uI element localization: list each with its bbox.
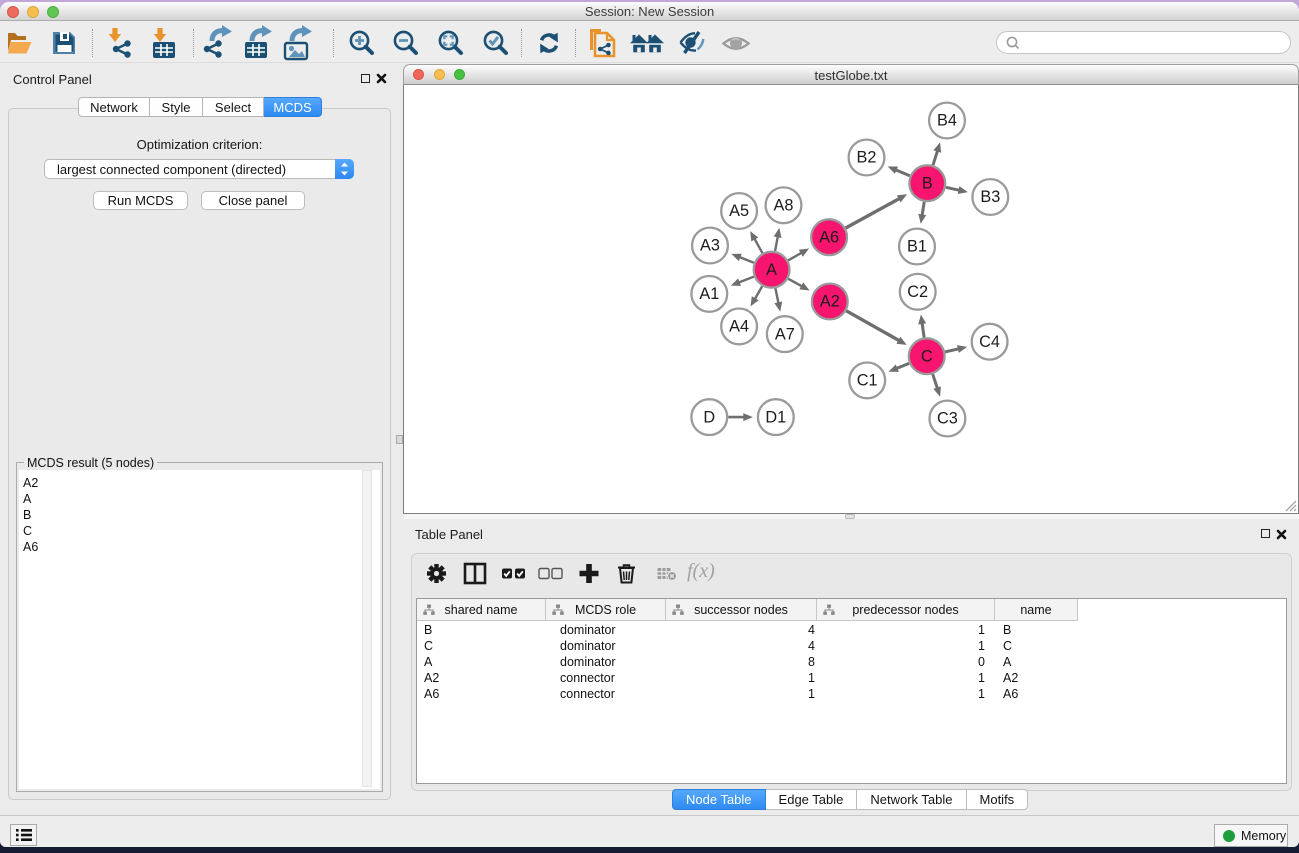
svg-text:C2: C2: [907, 283, 928, 301]
svg-text:C3: C3: [937, 410, 958, 428]
svg-text:A: A: [766, 261, 777, 279]
svg-text:A2: A2: [820, 293, 840, 311]
svg-text:B: B: [922, 174, 933, 192]
svg-text:C4: C4: [979, 333, 1000, 351]
svg-text:C1: C1: [857, 372, 878, 390]
svg-text:A8: A8: [774, 197, 794, 215]
svg-text:A6: A6: [819, 228, 839, 246]
svg-text:A7: A7: [775, 325, 795, 343]
svg-text:A3: A3: [700, 237, 720, 255]
svg-text:A1: A1: [699, 285, 719, 303]
svg-text:D: D: [703, 408, 715, 426]
svg-text:D1: D1: [765, 408, 786, 426]
svg-text:B1: B1: [907, 238, 927, 256]
svg-text:A4: A4: [729, 318, 749, 336]
svg-text:A5: A5: [729, 202, 749, 220]
svg-text:B3: B3: [980, 188, 1000, 206]
svg-text:B4: B4: [937, 112, 957, 130]
svg-text:C: C: [921, 347, 933, 365]
svg-text:B2: B2: [857, 149, 877, 167]
